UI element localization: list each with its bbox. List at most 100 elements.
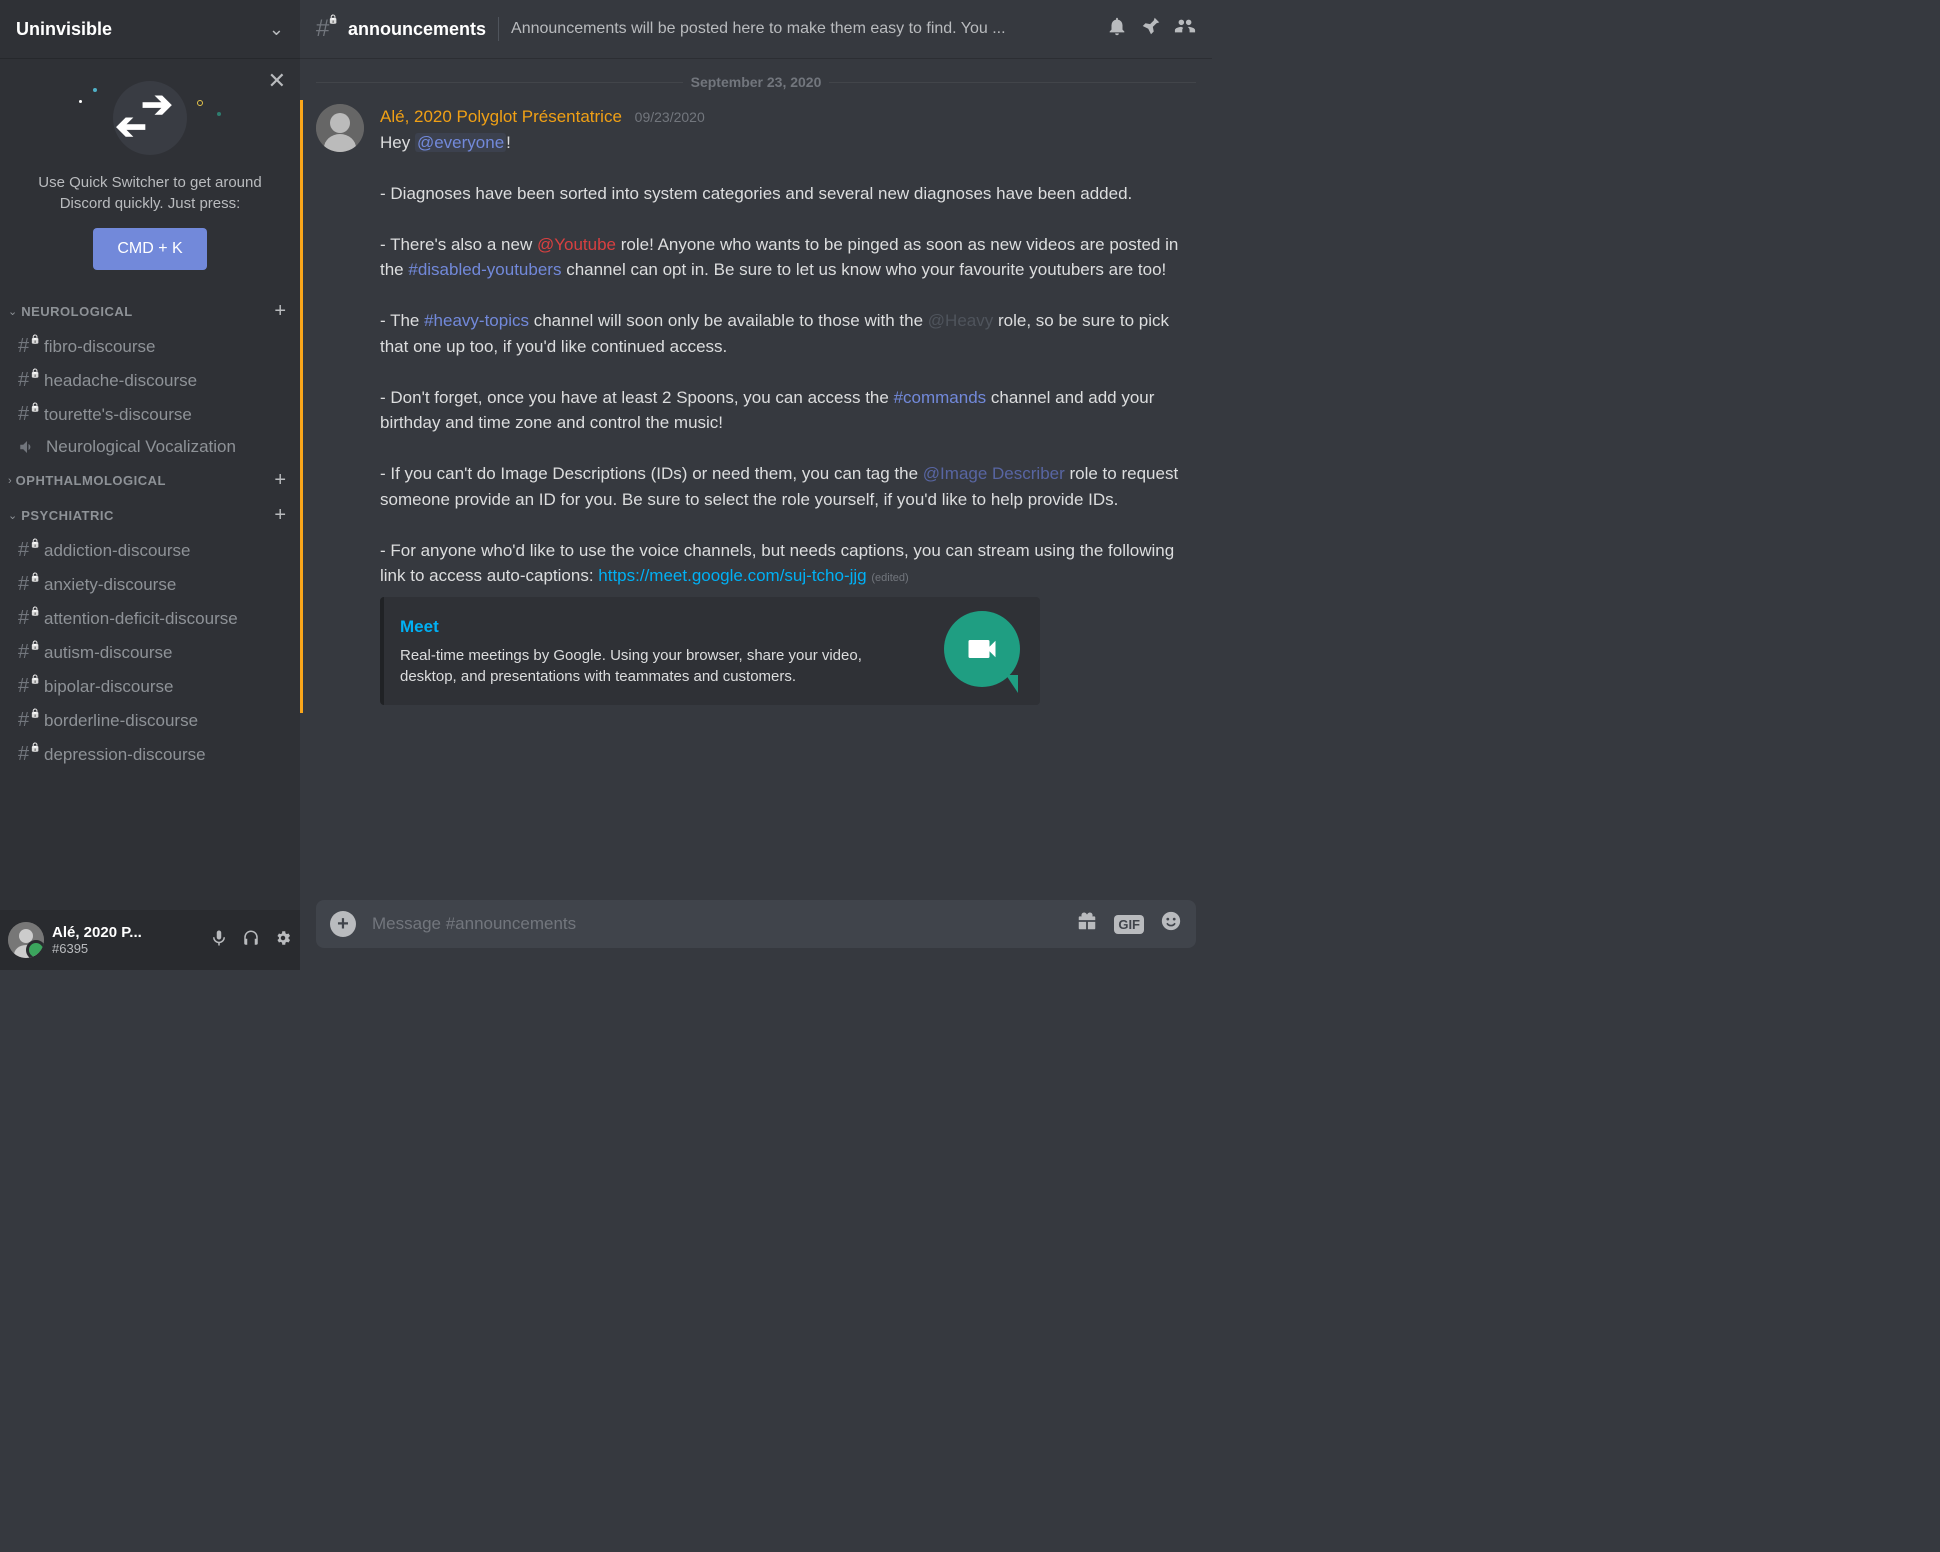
hash-lock-icon: # — [18, 573, 38, 596]
emoji-icon[interactable] — [1160, 910, 1182, 938]
channel-item[interactable]: # anxiety-discourse — [4, 568, 294, 601]
channel-header: # announcements Announcements will be po… — [300, 0, 1212, 58]
hash-lock-icon: # — [18, 675, 38, 698]
mention-heavy-role[interactable]: @Heavy — [928, 311, 993, 330]
user-info: Alé, 2020 P... #6395 — [52, 924, 210, 956]
close-icon[interactable]: ✕ — [268, 68, 286, 94]
message-timestamp: 09/23/2020 — [635, 109, 705, 125]
category-name: OPHTHALMOLOGICAL — [16, 473, 166, 488]
hash-lock-icon: # — [18, 369, 38, 392]
mention-everyone[interactable]: @everyone — [415, 133, 506, 152]
main: # announcements Announcements will be po… — [300, 0, 1212, 970]
gear-icon[interactable] — [274, 927, 292, 953]
add-channel-button[interactable]: + — [274, 504, 286, 527]
channel-name: fibro-discourse — [44, 337, 156, 357]
google-meet-icon — [944, 611, 1020, 687]
channel-name: anxiety-discourse — [44, 575, 176, 595]
mention-image-describer-role[interactable]: @Image Describer — [923, 464, 1065, 483]
channel-name: Neurological Vocalization — [46, 437, 236, 457]
mention-commands[interactable]: #commands — [894, 388, 987, 407]
mention-disabled-youtubers[interactable]: #disabled-youtubers — [408, 260, 561, 279]
server-header[interactable]: Uninvisible ⌄ — [0, 0, 300, 58]
gift-icon[interactable] — [1076, 910, 1098, 938]
quick-switcher-panel: ✕ ➔ ➔ Use Quick Switcher to get around D… — [0, 58, 300, 290]
quick-switcher-desc: Use Quick Switcher to get around Discord… — [12, 172, 288, 214]
mic-icon[interactable] — [210, 927, 228, 953]
message-input[interactable]: + Message #announcements GIF — [316, 900, 1196, 948]
category-header[interactable]: › OPHTHALMOLOGICAL + — [4, 463, 294, 498]
channel-item[interactable]: # headache-discourse — [4, 364, 294, 397]
quick-switcher-button[interactable]: CMD + K — [93, 228, 206, 270]
input-placeholder: Message #announcements — [372, 914, 1060, 934]
quick-switcher-graphic: ➔ ➔ — [75, 78, 225, 158]
channel-item[interactable]: # addiction-discourse — [4, 534, 294, 567]
add-channel-button[interactable]: + — [274, 469, 286, 492]
category-header[interactable]: ⌄ NEUROLOGICAL + — [4, 294, 294, 329]
channel-item[interactable]: # fibro-discourse — [4, 330, 294, 363]
category-name: NEUROLOGICAL — [21, 304, 132, 319]
message-avatar[interactable] — [316, 104, 364, 152]
meet-link[interactable]: https://meet.google.com/suj-tcho-jjg — [598, 566, 866, 585]
date-text: September 23, 2020 — [683, 74, 830, 90]
channel-name: addiction-discourse — [44, 541, 190, 561]
speaker-icon — [18, 438, 40, 456]
hash-lock-icon: # — [18, 641, 38, 664]
attach-button[interactable]: + — [330, 911, 356, 937]
channel-item[interactable]: # attention-deficit-discourse — [4, 602, 294, 635]
edited-tag: (edited) — [871, 572, 908, 584]
pin-icon[interactable] — [1140, 15, 1162, 43]
divider — [498, 17, 499, 41]
category-name: PSYCHIATRIC — [21, 508, 114, 523]
user-name: Alé, 2020 P... — [52, 924, 210, 941]
channel-item[interactable]: # depression-discourse — [4, 738, 294, 771]
user-panel: Alé, 2020 P... #6395 — [0, 910, 300, 970]
avatar[interactable] — [8, 922, 44, 958]
channel-item[interactable]: Neurological Vocalization — [4, 432, 294, 462]
mention-youtube-role[interactable]: @Youtube — [537, 235, 616, 254]
add-channel-button[interactable]: + — [274, 300, 286, 323]
chevron-icon: › — [8, 475, 12, 487]
chevron-icon: ⌄ — [8, 305, 17, 318]
embed-desc: Real-time meetings by Google. Using your… — [400, 645, 920, 687]
hash-lock-icon: # — [18, 539, 38, 562]
chevron-down-icon: ⌄ — [269, 19, 284, 40]
hash-lock-icon: # — [18, 709, 38, 732]
hash-lock-icon: # — [18, 743, 38, 766]
embed: Meet Real-time meetings by Google. Using… — [380, 597, 1040, 705]
message-author[interactable]: Alé, 2020 Polyglot Présentatrice — [380, 107, 622, 126]
input-area: + Message #announcements GIF — [300, 900, 1212, 970]
channel-title: announcements — [348, 19, 486, 40]
embed-title[interactable]: Meet — [400, 614, 920, 640]
message-text: Hey @everyone! - Diagnoses have been sor… — [380, 130, 1196, 589]
hash-lock-icon: # — [18, 335, 38, 358]
channel-item[interactable]: # tourette's-discourse — [4, 398, 294, 431]
hash-lock-icon: # — [18, 403, 38, 426]
members-icon[interactable] — [1174, 15, 1196, 43]
headphones-icon[interactable] — [242, 927, 260, 953]
category-header[interactable]: ⌄ PSYCHIATRIC + — [4, 498, 294, 533]
gif-button[interactable]: GIF — [1114, 915, 1144, 934]
server-name: Uninvisible — [16, 19, 112, 40]
channel-topic[interactable]: Announcements will be posted here to mak… — [511, 20, 1094, 38]
channel-list[interactable]: ⌄ NEUROLOGICAL + # fibro-discourse # headache-… — [0, 290, 300, 910]
channel-name: attention-deficit-discourse — [44, 609, 238, 629]
channel-name: depression-discourse — [44, 745, 206, 765]
messages[interactable]: September 23, 2020 Alé, 2020 Polyglot Pr… — [300, 58, 1212, 900]
mention-heavy-topics[interactable]: #heavy-topics — [424, 311, 529, 330]
channel-item[interactable]: # borderline-discourse — [4, 704, 294, 737]
channel-item[interactable]: # autism-discourse — [4, 636, 294, 669]
channel-name: borderline-discourse — [44, 711, 198, 731]
channel-name: autism-discourse — [44, 643, 173, 663]
hash-lock-icon: # — [316, 15, 336, 43]
arrow-left-icon: ➔ — [115, 104, 147, 149]
date-divider: September 23, 2020 — [316, 74, 1196, 90]
channel-name: tourette's-discourse — [44, 405, 192, 425]
channel-item[interactable]: #bipolar-discourse — [4, 670, 294, 703]
message: Alé, 2020 Polyglot Présentatrice 09/23/2… — [316, 100, 1196, 713]
bell-icon[interactable] — [1106, 15, 1128, 43]
chevron-icon: ⌄ — [8, 509, 17, 522]
embed-thumb — [944, 611, 1024, 691]
channel-name: headache-discourse — [44, 371, 197, 391]
sidebar: Uninvisible ⌄ ✕ ➔ ➔ Use Quick Switcher t… — [0, 0, 300, 970]
hash-lock-icon: # — [18, 607, 38, 630]
